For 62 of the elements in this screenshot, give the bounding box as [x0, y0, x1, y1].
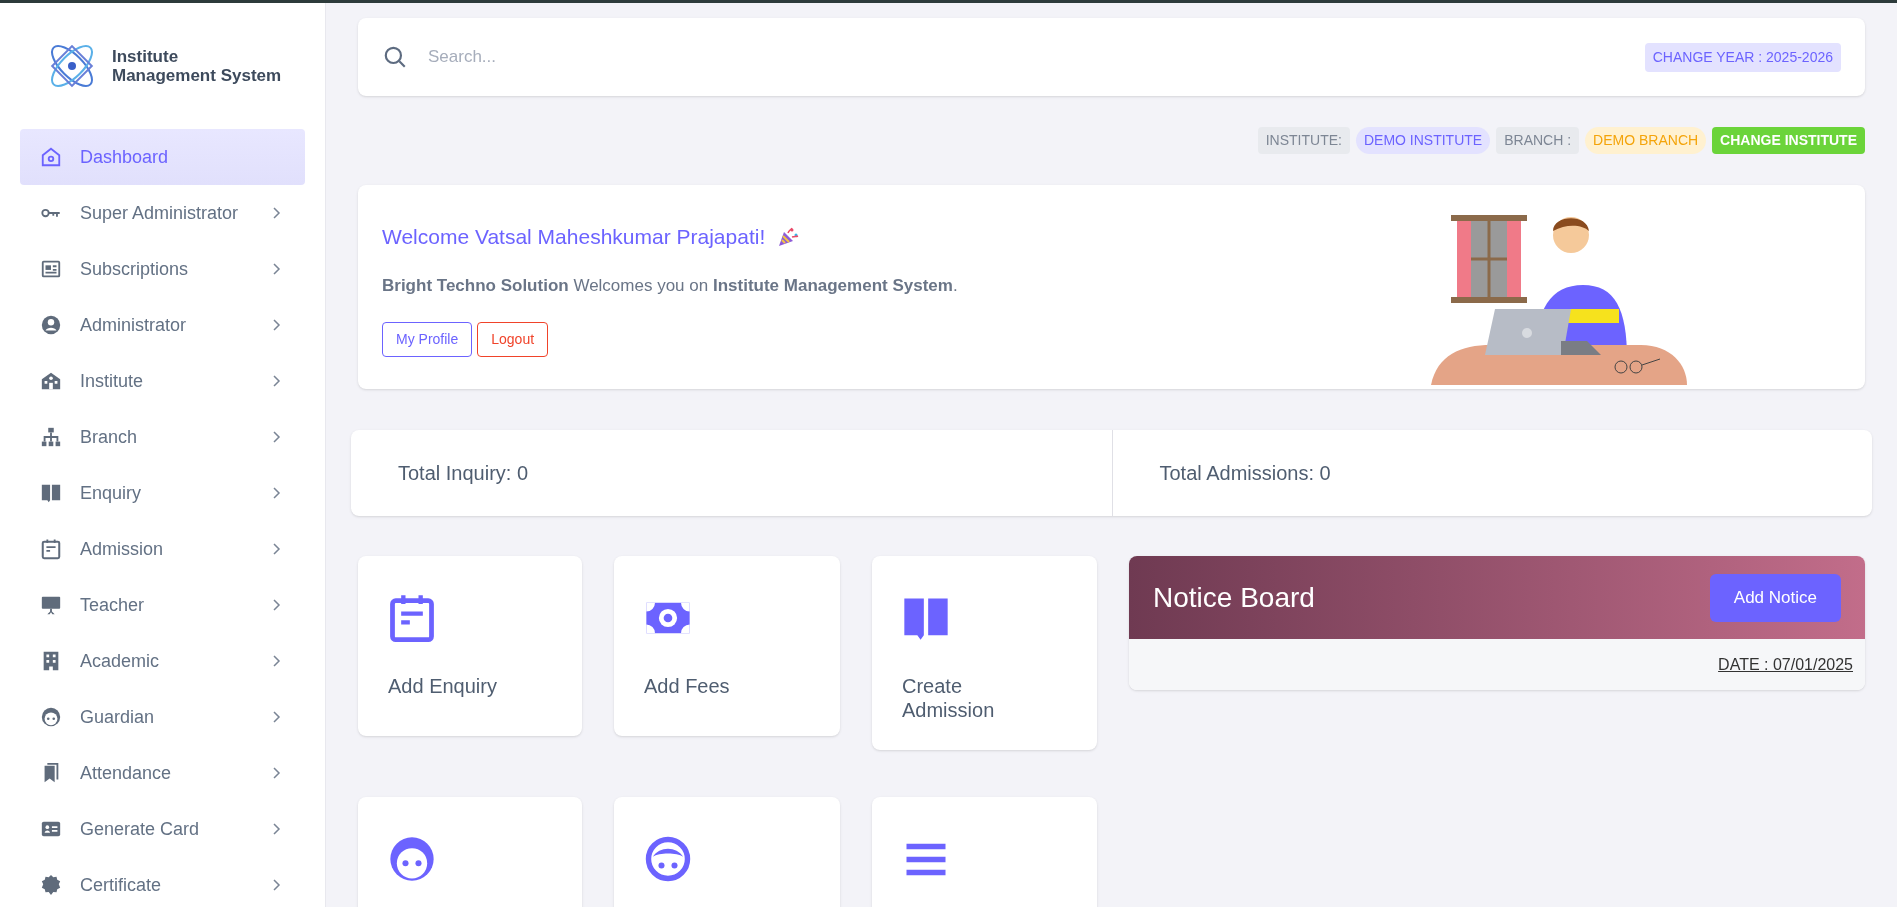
sidebar-item[interactable]: Subscriptions — [20, 241, 305, 297]
quick-action-label: Create Admission — [902, 674, 996, 722]
notice-date: DATE : 07/01/2025 — [1718, 654, 1853, 675]
welcome-message: Bright Techno Solution Welcomes you on Institute Management System. — [382, 274, 958, 297]
chevron-right-icon — [271, 598, 283, 612]
sidebar-item[interactable]: Teacher — [20, 577, 305, 633]
logo-text: Management System — [112, 66, 282, 85]
sidebar-item[interactable]: Branch — [20, 409, 305, 465]
sidebar-item[interactable]: Institute — [20, 353, 305, 409]
stat-text: Total Admissions: 0 — [1111, 430, 1872, 516]
sidebar-item[interactable]: Guardian — [20, 689, 305, 745]
quick-action-card[interactable]: Add Enquiry — [358, 556, 582, 736]
welcome-title: Welcome Vatsal Maheshkumar Prajapati! — [382, 224, 766, 250]
chevron-right-icon — [271, 262, 283, 276]
sidebar-item[interactable]: Generate Card — [20, 801, 305, 857]
stat-text: Total Inquiry: 0 — [397, 461, 530, 486]
chevron-right-icon — [271, 654, 283, 668]
my-profile-button[interactable]: My Profile — [382, 322, 473, 357]
sidebar-item[interactable]: Admission — [20, 521, 305, 577]
add-notice-button[interactable]: Add Notice — [1709, 573, 1841, 622]
branch-badge: DEMO BRANCH — [1585, 127, 1707, 154]
sitemap-icon — [40, 426, 62, 448]
chevron-right-icon — [271, 766, 283, 780]
house-icon — [40, 146, 62, 168]
seal-badge-icon — [40, 874, 62, 896]
logout-button[interactable]: Logout — [477, 322, 549, 357]
chevron-right-icon — [271, 206, 283, 220]
chevron-right-icon — [271, 710, 283, 724]
newspaper-icon — [40, 258, 62, 280]
school-building-icon — [40, 370, 62, 392]
chevron-right-icon — [271, 430, 283, 444]
open-book-icon — [40, 482, 62, 504]
sidebar-item[interactable]: Enquiry — [20, 465, 305, 521]
institute-badge: DEMO INSTITUTE — [1355, 127, 1491, 154]
chevron-right-icon — [271, 486, 283, 500]
quick-action-card[interactable]: Add Fees — [614, 556, 840, 736]
quick-action-label: Add Enquiry — [388, 674, 498, 698]
chevron-right-icon — [271, 374, 283, 388]
search-icon — [382, 44, 408, 70]
logo-text: Institute — [112, 47, 180, 66]
sidebar-item[interactable]: Attendance — [20, 745, 305, 801]
context-label: BRANCH : — [1496, 127, 1580, 154]
sidebar-item[interactable]: Administrator — [20, 297, 305, 353]
presentation-board-icon — [40, 594, 62, 616]
sidebar-item[interactable]: Super Administrator — [20, 185, 305, 241]
change-year-button[interactable]: CHANGE YEAR : 2025-2026 — [1644, 42, 1841, 72]
chevron-right-icon — [271, 878, 283, 892]
sidebar-item[interactable]: Certificate — [20, 857, 305, 907]
chevron-right-icon — [271, 542, 283, 556]
sidebar-item[interactable]: Academic — [20, 633, 305, 689]
party-popper-icon — [777, 225, 800, 248]
context-label: INSTITUTE: — [1257, 127, 1350, 154]
calendar-icon — [40, 538, 62, 560]
sidebar-item[interactable]: Dashboard — [20, 129, 305, 185]
quick-action-card[interactable]: Create Admission — [872, 556, 1097, 750]
user-icon — [40, 314, 62, 336]
notice-board-title: Notice Board — [1153, 580, 1315, 615]
chevron-right-icon — [271, 318, 283, 332]
face-icon — [40, 706, 62, 728]
search-field[interactable]: Search... — [424, 37, 654, 77]
chevron-right-icon — [271, 822, 283, 836]
quick-action-label: Add Fees — [644, 674, 731, 698]
